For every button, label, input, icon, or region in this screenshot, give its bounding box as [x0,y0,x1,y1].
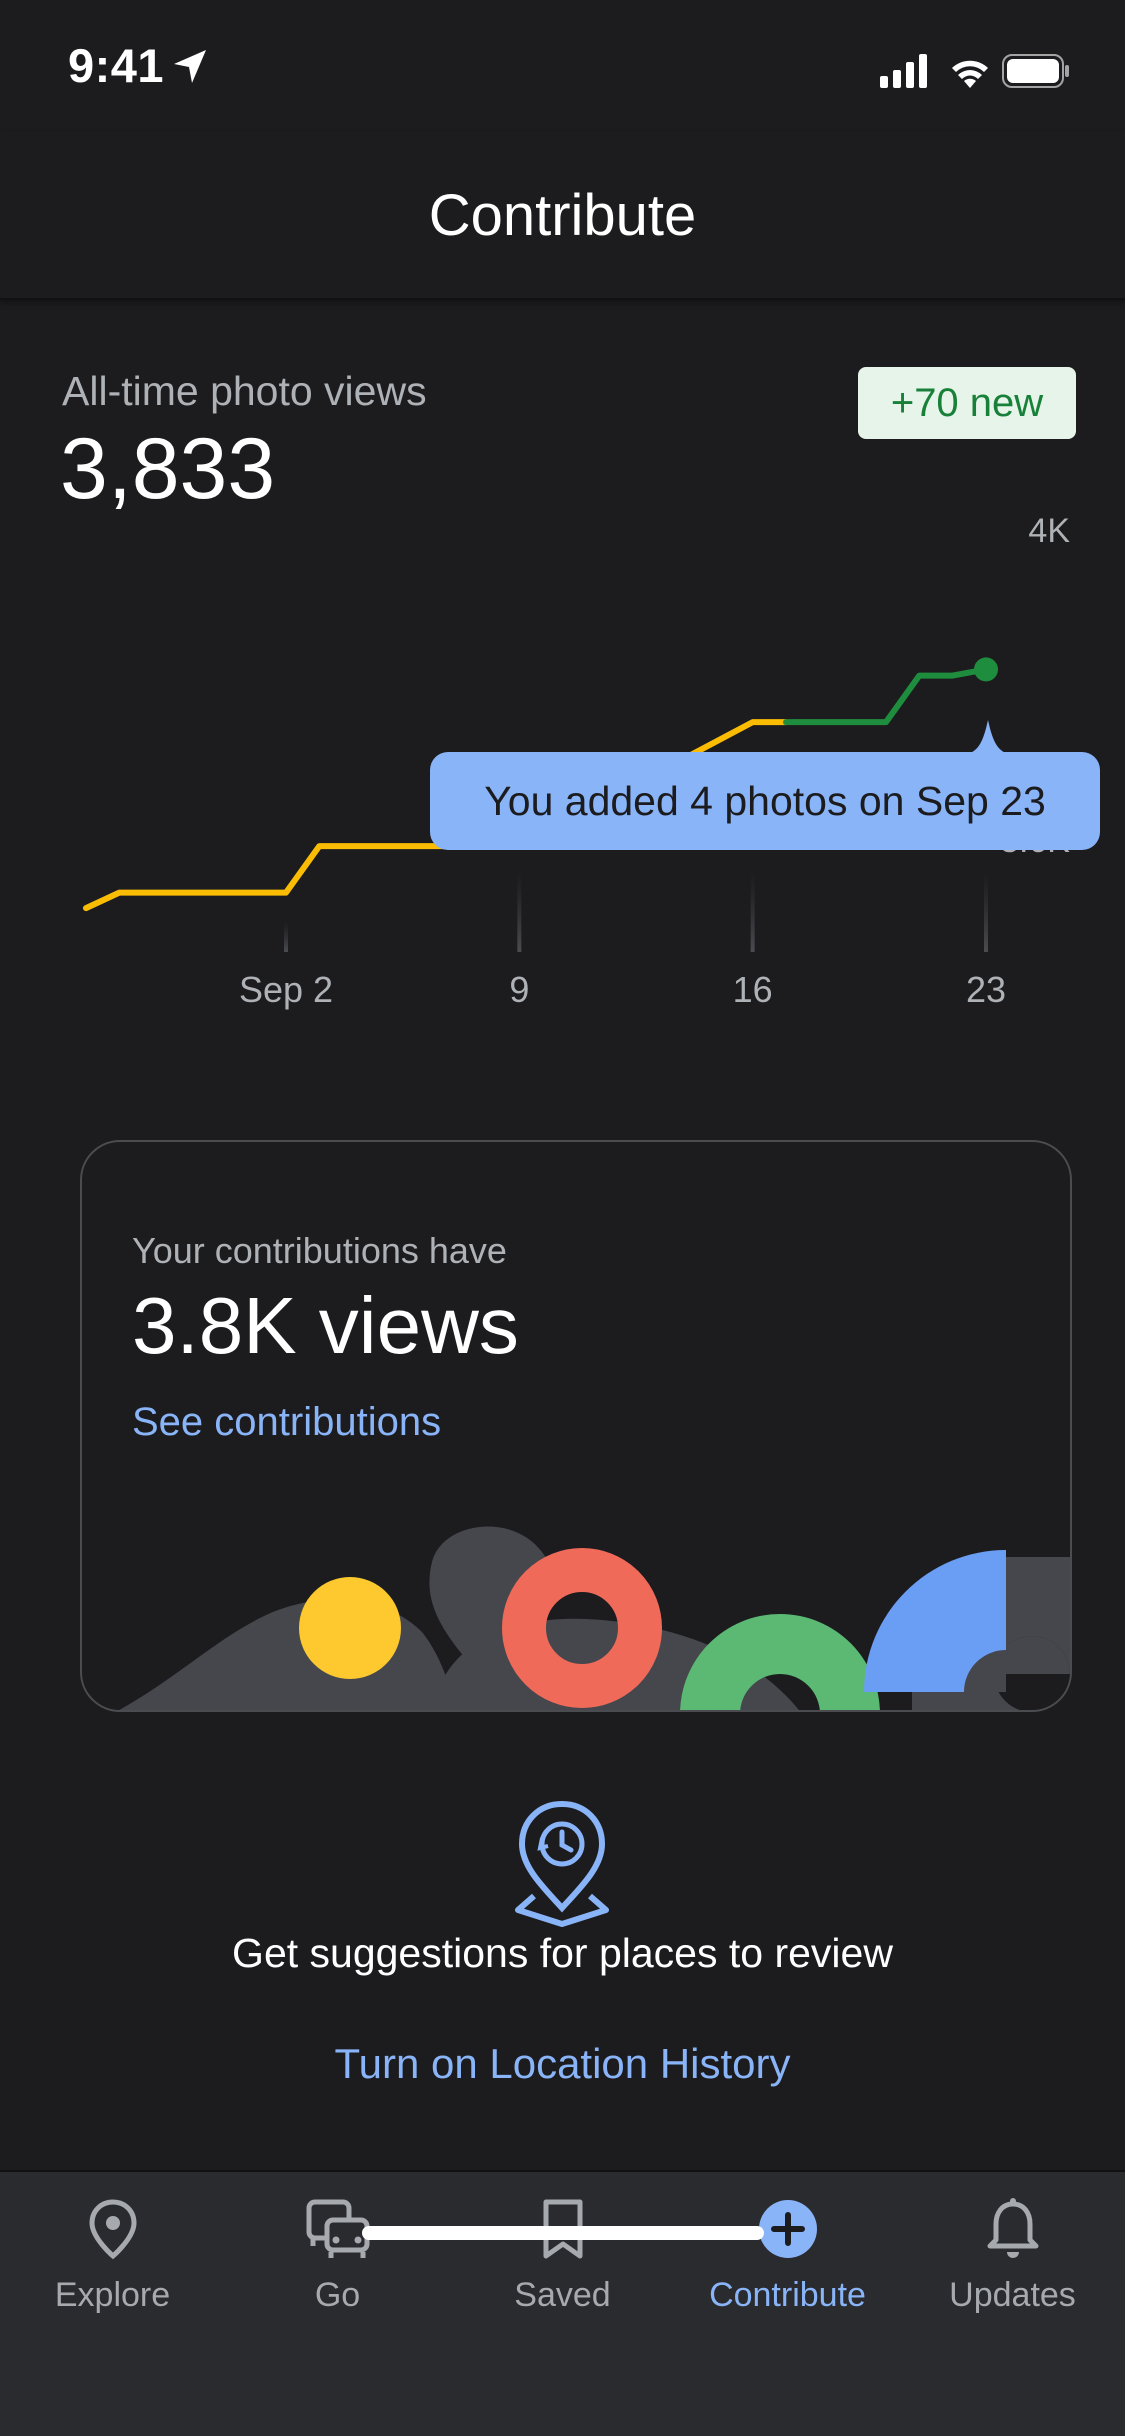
x-tick-label: 9 [509,969,529,1010]
contributions-label: Your contributions have [132,1230,507,1271]
nav-explore[interactable]: Explore [0,2194,225,2344]
location-history-link[interactable]: Turn on Location History [0,2040,1125,2088]
nav-label-updates: Updates [949,2276,1076,2314]
y-tick-label: 4K [1028,512,1070,550]
nav-saved[interactable]: Saved [450,2194,675,2344]
photo-views-label: All-time photo views [62,368,427,414]
see-contributions-link[interactable]: See contributions [132,1400,441,1445]
contributions-views: 3.8K views [132,1281,519,1370]
new-views-badge: +70 new [858,367,1076,439]
x-gridline [517,872,522,952]
series-line-1 [783,666,989,726]
nav-contribute[interactable]: Contribute [675,2194,900,2344]
home-indicator [362,2226,764,2240]
suggestions-text: Get suggestions for places to review [232,1930,893,1976]
nav-go[interactable]: Go [225,2194,450,2344]
x-gridline [750,872,755,952]
x-tick-label: Sep 2 [239,969,333,1010]
wifi-icon [952,60,988,88]
status-icons [880,54,1069,88]
nav-updates[interactable]: Updates [900,2194,1125,2344]
page-title: Contribute [428,183,697,248]
nav-label-explore: Explore [54,2276,171,2314]
tooltip-arrow [968,720,1008,754]
signal-icon [880,54,927,88]
x-tick-label: 23 [966,969,1006,1010]
bell-icon [987,2198,1038,2258]
location-pin-icon [88,2199,137,2260]
status-time: 9:41 [68,39,165,92]
x-gridline [284,922,288,952]
battery-icon [1002,54,1069,88]
bottom-nav: Explore Go Saved Contribute Updates [0,2170,1125,2436]
nav-label-go: Go [314,2276,361,2314]
nav-label-saved: Saved [514,2276,611,2314]
app-header: Contribute [0,132,1125,300]
status-bar: 9:41 [0,0,1125,132]
contributions-illustration [119,1526,1070,1710]
selected-point[interactable] [974,657,998,682]
contributions-card[interactable]: Your contributions have 3.8K views See c… [80,1140,1072,1712]
x-gridline [984,872,988,952]
x-tick-label: 16 [733,969,773,1010]
chart-tooltip: You added 4 photos on Sep 23 [430,752,1100,850]
location-history-icon [515,1800,609,1927]
location-arrow-icon [174,50,206,83]
nav-label-contribute: Contribute [709,2276,866,2314]
